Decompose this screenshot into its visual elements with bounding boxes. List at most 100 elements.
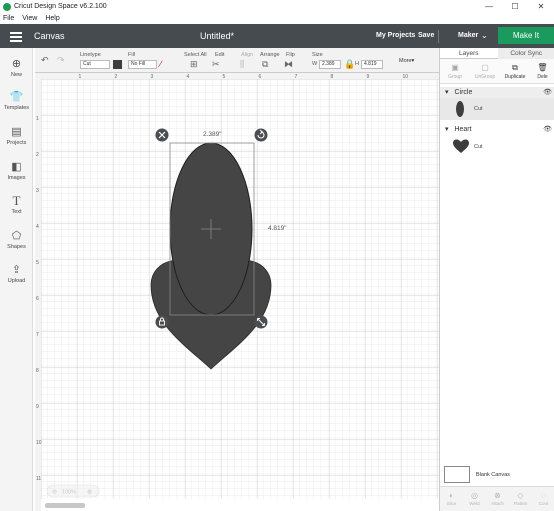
canvas-svg[interactable]: 1 2 3 4 5 6 7 8 9 10 1 2 3 4 5 6 7 8 9 10 11 2.389" 4.819" — [35, 73, 439, 511]
width-input[interactable]: 2.389 — [319, 60, 341, 69]
sidebar-item-images[interactable]: ◧ Images — [0, 161, 33, 181]
lock-aspect-icon[interactable]: 🔒 — [344, 60, 355, 69]
no-fill-icon[interactable]: ⁄ — [160, 60, 162, 69]
ruler-top-label: 8 — [331, 74, 334, 80]
ruler-top-label: 3 — [151, 74, 154, 80]
linetype-select[interactable]: Cut — [80, 60, 110, 69]
slice-label: Slice — [446, 501, 457, 506]
tab-color-sync[interactable]: Color Sync — [498, 48, 554, 59]
make-it-button[interactable]: Make It — [498, 27, 554, 44]
save-button[interactable]: Save — [418, 32, 434, 39]
sidebar-item-shapes[interactable]: ⬠ Shapes — [0, 230, 33, 250]
minimize-button[interactable]: — — [476, 0, 502, 13]
linetype-color-swatch[interactable] — [113, 60, 122, 69]
redo-icon[interactable]: ↷ — [57, 56, 65, 65]
zoom-level: 100% — [62, 490, 76, 496]
lock-handle-icon[interactable] — [155, 315, 169, 329]
machine-selector[interactable]: Maker — [458, 32, 478, 39]
design-canvas[interactable]: 1 2 3 4 5 6 7 8 9 10 1 2 3 4 5 6 7 8 9 10 11 2.389" 4.819" — [35, 73, 439, 511]
arrange-label: Arrange — [260, 52, 280, 58]
attach-label: Attach — [491, 501, 504, 506]
document-title[interactable]: Untitled* — [200, 31, 234, 41]
layer-row-circle[interactable]: Cut — [440, 98, 554, 120]
hamburger-menu-icon[interactable] — [10, 32, 22, 42]
group-label: Group — [448, 74, 462, 80]
rotate-handle-icon[interactable] — [254, 128, 268, 142]
sidebar-item-templates[interactable]: 👕 Templates — [0, 91, 33, 111]
group-icon: ▣ — [451, 63, 459, 72]
layer-row-heart[interactable]: Cut — [440, 136, 554, 158]
layer-group-heart[interactable]: ▾ Heart 👁 — [440, 124, 554, 135]
close-window-button[interactable]: ✕ — [528, 0, 554, 13]
flatten-button[interactable]: ◇ Flatten — [509, 487, 532, 511]
maximize-button[interactable]: ☐ — [502, 0, 528, 13]
ruler-top-label: 2 — [115, 74, 118, 80]
text-icon: T — [12, 193, 21, 208]
ruler-top-label: 5 — [223, 74, 226, 80]
menu-view[interactable]: View — [22, 15, 37, 22]
duplicate-icon: ⧉ — [512, 63, 518, 72]
more-button[interactable]: More▾ — [399, 58, 414, 64]
contour-button[interactable]: ◌ Cont — [532, 487, 554, 511]
sidebar-item-new[interactable]: ⊕ New — [0, 58, 33, 78]
layers-panel: Layers Color Sync ▣ Group ▢ UnGroup ⧉ Dupli… — [439, 48, 554, 511]
menu-file[interactable]: File — [3, 15, 14, 22]
attach-icon: ⊗ — [494, 491, 501, 500]
ruler-left-label: 11 — [36, 476, 41, 482]
caret-down-icon[interactable]: ▾ — [445, 126, 449, 133]
slice-button[interactable]: ◐ Slice — [440, 487, 463, 511]
horizontal-scrollbar[interactable] — [45, 503, 85, 508]
visibility-eye-icon[interactable]: 👁 — [543, 124, 552, 135]
zoom-control[interactable]: ⊖ 100% ⊕ — [46, 484, 100, 498]
flatten-icon: ◇ — [517, 491, 524, 500]
plus-circle-icon: ⊕ — [11, 58, 22, 70]
delete-label: Dele — [537, 74, 548, 80]
sidebar-item-text[interactable]: T Text — [0, 193, 33, 215]
select-all-icon[interactable]: ⊞ — [190, 60, 198, 69]
caret-down-icon[interactable]: ▾ — [445, 89, 449, 96]
zoom-out-icon[interactable]: ⊖ — [52, 490, 57, 496]
flip-label: Flip — [286, 52, 295, 58]
menu-help[interactable]: Help — [45, 15, 59, 22]
delete-button[interactable]: 🗑 Dele — [530, 59, 554, 83]
group-button[interactable]: ▣ Group — [440, 59, 470, 83]
edit-scissors-icon[interactable]: ✂ — [212, 60, 220, 69]
resize-handle-icon[interactable] — [254, 315, 268, 329]
arrange-icon[interactable]: ⧉ — [262, 60, 268, 69]
tab-layers[interactable]: Layers — [440, 48, 498, 59]
slice-icon: ◐ — [449, 491, 454, 500]
align-label: Align — [241, 52, 254, 58]
height-input[interactable]: 4.819 — [361, 60, 383, 69]
layer-group-circle[interactable]: ▾ Circle 👁 — [440, 87, 554, 98]
undo-icon[interactable]: ↶ — [41, 56, 49, 65]
layer-operation: Cut — [474, 144, 483, 150]
visibility-eye-icon[interactable]: 👁 — [543, 87, 552, 98]
sidebar-item-upload[interactable]: ⇪ Upload — [0, 264, 33, 284]
chevron-down-icon[interactable]: ⌄ — [481, 31, 488, 40]
edit-label: Edit — [215, 52, 225, 58]
header-divider — [438, 30, 439, 43]
sidebar-item-label: Upload — [7, 278, 26, 284]
delete-handle-icon[interactable] — [155, 128, 169, 142]
my-projects-link[interactable]: My Projects — [376, 32, 415, 39]
blank-canvas-swatch[interactable] — [444, 466, 470, 483]
sidebar-item-projects[interactable]: ▤ Projects — [0, 126, 33, 146]
duplicate-button[interactable]: ⧉ Duplicate — [500, 59, 530, 83]
weld-button[interactable]: ◎ Weld — [463, 487, 486, 511]
ruler-left-label: 4 — [36, 224, 39, 230]
ungroup-button[interactable]: ▢ UnGroup — [470, 59, 500, 83]
height-label: H — [355, 61, 359, 67]
window-titlebar: Cricut Design Space v6.2.100 — [0, 0, 554, 13]
layer-name: Heart — [454, 126, 472, 133]
contour-label: Cont — [538, 501, 549, 506]
fill-select[interactable]: No Fill — [128, 60, 157, 69]
attach-button[interactable]: ⊗ Attach — [486, 487, 509, 511]
width-readout: 2.389" — [203, 131, 222, 138]
top-ruler — [35, 73, 439, 79]
ruler-left-label: 9 — [36, 404, 39, 410]
duplicate-label: Duplicate — [504, 74, 526, 80]
zoom-in-icon[interactable]: ⊕ — [87, 490, 92, 496]
align-icon[interactable]: ⫼ — [240, 60, 244, 69]
projects-icon: ▤ — [11, 126, 22, 138]
flip-icon[interactable]: ⧓ — [284, 60, 293, 69]
